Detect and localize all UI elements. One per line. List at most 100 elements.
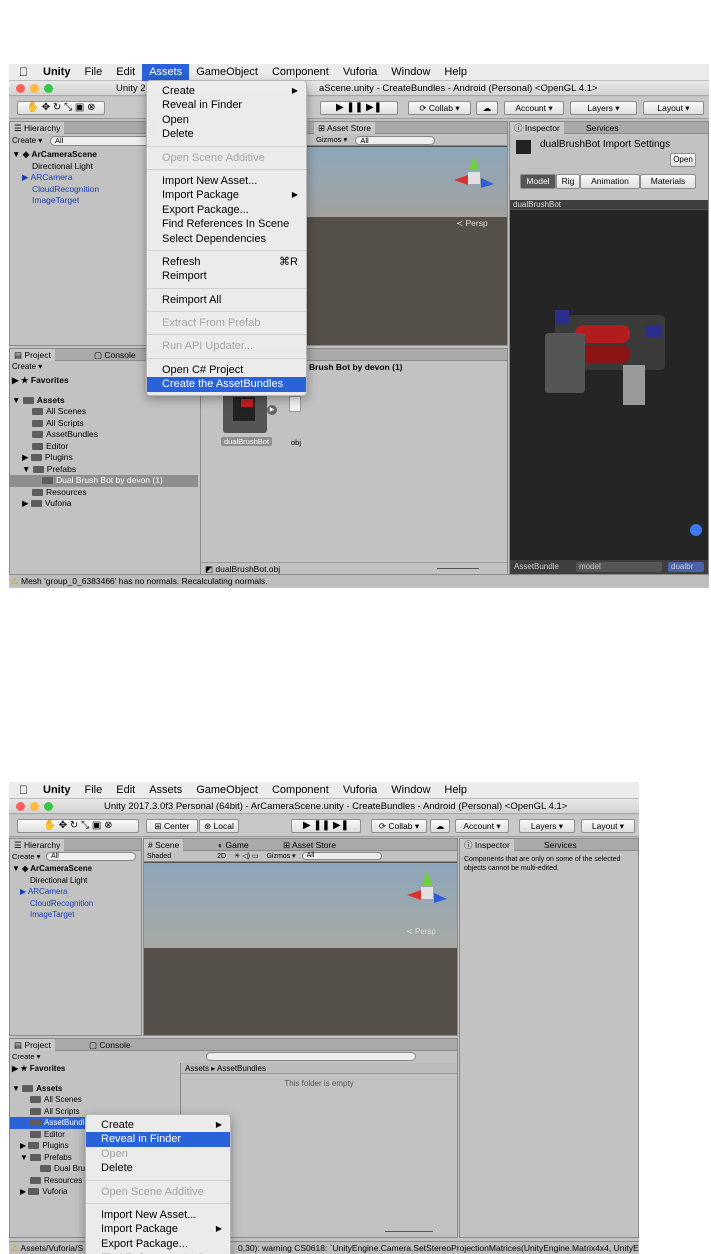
- assets-menu-item-find-references-in-scene[interactable]: Find References In Scene: [147, 217, 306, 231]
- tab-hierarchy[interactable]: ☰ Hierarchy: [10, 122, 65, 134]
- assets-menu-item-open-c-project[interactable]: Open C# Project: [147, 363, 306, 377]
- tab-model[interactable]: Model: [520, 174, 556, 189]
- hierarchy-create-dropdown[interactable]: Create ▾: [12, 136, 42, 145]
- context-menu-item-import-package[interactable]: Import Package ▶: [86, 1222, 230, 1236]
- folder-item[interactable]: Resources: [10, 487, 198, 499]
- pivot-local-button[interactable]: ⊛ Local: [199, 819, 239, 833]
- tab-services[interactable]: Services: [540, 839, 581, 851]
- shading-dropdown[interactable]: Shaded: [147, 853, 171, 860]
- project-create-dropdown[interactable]: Create ▾: [12, 362, 42, 371]
- menu-gameobject[interactable]: GameObject: [189, 782, 265, 799]
- pivot-center-button[interactable]: ⊞ Center: [146, 819, 198, 833]
- hierarchy-item[interactable]: Directional Light: [10, 875, 141, 887]
- scene-root-item[interactable]: ▼ ◈ ArCameraScene: [10, 863, 141, 875]
- menu-window[interactable]: Window: [384, 782, 437, 799]
- assets-menu-item-import-new-asset[interactable]: Import New Asset...: [147, 174, 306, 188]
- cloud-icon[interactable]: ☁: [430, 819, 450, 833]
- context-menu-item-import-new-asset[interactable]: Import New Asset...: [86, 1208, 230, 1222]
- tab-project[interactable]: ▤ Project: [10, 1039, 55, 1051]
- menu-edit[interactable]: Edit: [109, 782, 142, 799]
- scene-search-input[interactable]: All: [301, 852, 382, 861]
- folder-item[interactable]: All Scenes: [10, 1094, 180, 1106]
- assets-menu-item-reveal-in-finder[interactable]: Reveal in Finder: [147, 98, 306, 112]
- menu-assets[interactable]: Assets: [142, 64, 190, 81]
- mode-2d-toggle[interactable]: 2D: [217, 853, 226, 860]
- transform-tools[interactable]: ✋ ✥ ↻ ⤡ ▣ ⊗: [17, 819, 139, 833]
- folder-item[interactable]: All Scripts: [10, 418, 198, 430]
- assets-menu-item-create[interactable]: Create ▶: [147, 84, 306, 98]
- menu-help[interactable]: Help: [437, 64, 474, 81]
- assetbundle-dropdown[interactable]: model: [576, 562, 662, 572]
- tab-scene[interactable]: # Scene: [144, 839, 184, 851]
- layers-dropdown[interactable]: Layers ▾: [570, 101, 637, 115]
- menu-assets[interactable]: Assets: [142, 782, 189, 799]
- tab-asset-store[interactable]: ⊞ Asset Store: [314, 122, 375, 134]
- zoom-window-icon[interactable]: [44, 802, 53, 811]
- hierarchy-item[interactable]: ImageTarget: [10, 195, 156, 207]
- folder-item-selected[interactable]: Dual Brush Bot by devon (1): [10, 475, 198, 487]
- menu-gameobject[interactable]: GameObject: [189, 64, 265, 81]
- assets-menu-item-reimport[interactable]: Reimport: [147, 269, 306, 283]
- scene-gizmo-icon[interactable]: [399, 865, 455, 921]
- gizmos-dropdown[interactable]: Gizmos ▾: [266, 853, 295, 860]
- tab-services[interactable]: Services: [582, 122, 623, 134]
- play-preview-icon[interactable]: ▶: [267, 405, 277, 415]
- assets-root-item[interactable]: ▼ Assets: [10, 395, 198, 407]
- variant-dropdown[interactable]: dualbr: [668, 562, 704, 572]
- tab-materials[interactable]: Materials: [640, 174, 696, 189]
- tab-console[interactable]: ▢ Console: [90, 349, 140, 361]
- gizmos-dropdown[interactable]: Gizmos ▾: [316, 135, 347, 144]
- folder-item[interactable]: Editor: [10, 441, 198, 453]
- hierarchy-create-dropdown[interactable]: Create ▾: [12, 852, 40, 861]
- inspector-open-button[interactable]: Open: [670, 153, 696, 167]
- playback-controls[interactable]: ▶ ❚❚ ▶❚: [291, 819, 361, 833]
- folder-item-selected[interactable]: AssetBundle: [10, 1117, 88, 1129]
- favorites-item[interactable]: ▶ ★ Favorites: [10, 1063, 180, 1075]
- scene-effects-icons[interactable]: ☀ ◁) ▭: [234, 853, 259, 860]
- context-menu-item-export-package[interactable]: Export Package...: [86, 1237, 230, 1251]
- hierarchy-item[interactable]: CloudRecognition: [10, 898, 141, 910]
- assets-menu-item-open[interactable]: Open: [147, 113, 306, 127]
- hierarchy-search-input[interactable]: All: [50, 136, 150, 146]
- hierarchy-item[interactable]: ImageTarget: [10, 909, 141, 921]
- tab-console[interactable]: ▢ Console: [85, 1039, 135, 1051]
- tab-asset-store[interactable]: ⊞ Asset Store: [279, 839, 340, 851]
- assets-menu-item-refresh[interactable]: Refresh ⌘R: [147, 255, 306, 269]
- thumbnail-size-slider[interactable]: [385, 1231, 433, 1232]
- assets-menu-item-create-the-assetbundles[interactable]: Create the AssetBundles: [147, 377, 306, 392]
- assets-root-item[interactable]: ▼ Assets: [10, 1083, 180, 1095]
- context-menu-item-reveal-in-finder[interactable]: Reveal in Finder: [86, 1132, 230, 1147]
- menu-unity[interactable]: Unity: [36, 782, 78, 799]
- asset-label[interactable]: dualBrushBot: [221, 437, 273, 446]
- tab-project[interactable]: ▤ Project: [10, 349, 55, 361]
- obj-file-icon[interactable]: [289, 396, 301, 412]
- scene-gizmo-icon[interactable]: [446, 150, 502, 206]
- layout-dropdown[interactable]: Layout ▾: [643, 101, 704, 115]
- menu-file[interactable]: File: [78, 64, 110, 81]
- tab-inspector[interactable]: ⓘ Inspector: [510, 122, 564, 134]
- hierarchy-item[interactable]: CloudRecognition: [10, 184, 156, 196]
- tab-animation[interactable]: Animation: [580, 174, 640, 189]
- folder-item[interactable]: All Scenes: [10, 406, 198, 418]
- folder-item[interactable]: ▶ Vuforia: [10, 498, 198, 510]
- scene-root-item[interactable]: ▼ ◈ ArCameraScene: [10, 149, 156, 161]
- apple-icon[interactable]: : [9, 64, 36, 81]
- persp-label[interactable]: ≺ Persp: [456, 218, 488, 229]
- close-window-icon[interactable]: [16, 802, 25, 811]
- layout-dropdown[interactable]: Layout ▾: [581, 819, 635, 833]
- thumbnail-size-slider[interactable]: [437, 568, 479, 569]
- account-dropdown[interactable]: Account ▾: [455, 819, 509, 833]
- account-dropdown[interactable]: Account ▾: [504, 101, 564, 115]
- assets-menu-item-import-package[interactable]: Import Package ▶: [147, 188, 306, 202]
- assets-menu-item-delete[interactable]: Delete: [147, 127, 306, 141]
- folder-item[interactable]: ▼ Prefabs: [10, 464, 198, 476]
- tab-game[interactable]: ◐ Game: [214, 839, 253, 851]
- menu-unity[interactable]: Unity: [36, 64, 78, 81]
- assets-menu-item-export-package[interactable]: Export Package...: [147, 203, 306, 217]
- folder-item[interactable]: ▶ Plugins: [10, 452, 198, 464]
- hierarchy-item[interactable]: ▶ ARCamera: [10, 172, 156, 184]
- assets-menu-item-reimport-all[interactable]: Reimport All: [147, 293, 306, 307]
- context-menu-item-delete[interactable]: Delete: [86, 1161, 230, 1175]
- layers-dropdown[interactable]: Layers ▾: [519, 819, 575, 833]
- menu-component[interactable]: Component: [265, 64, 336, 81]
